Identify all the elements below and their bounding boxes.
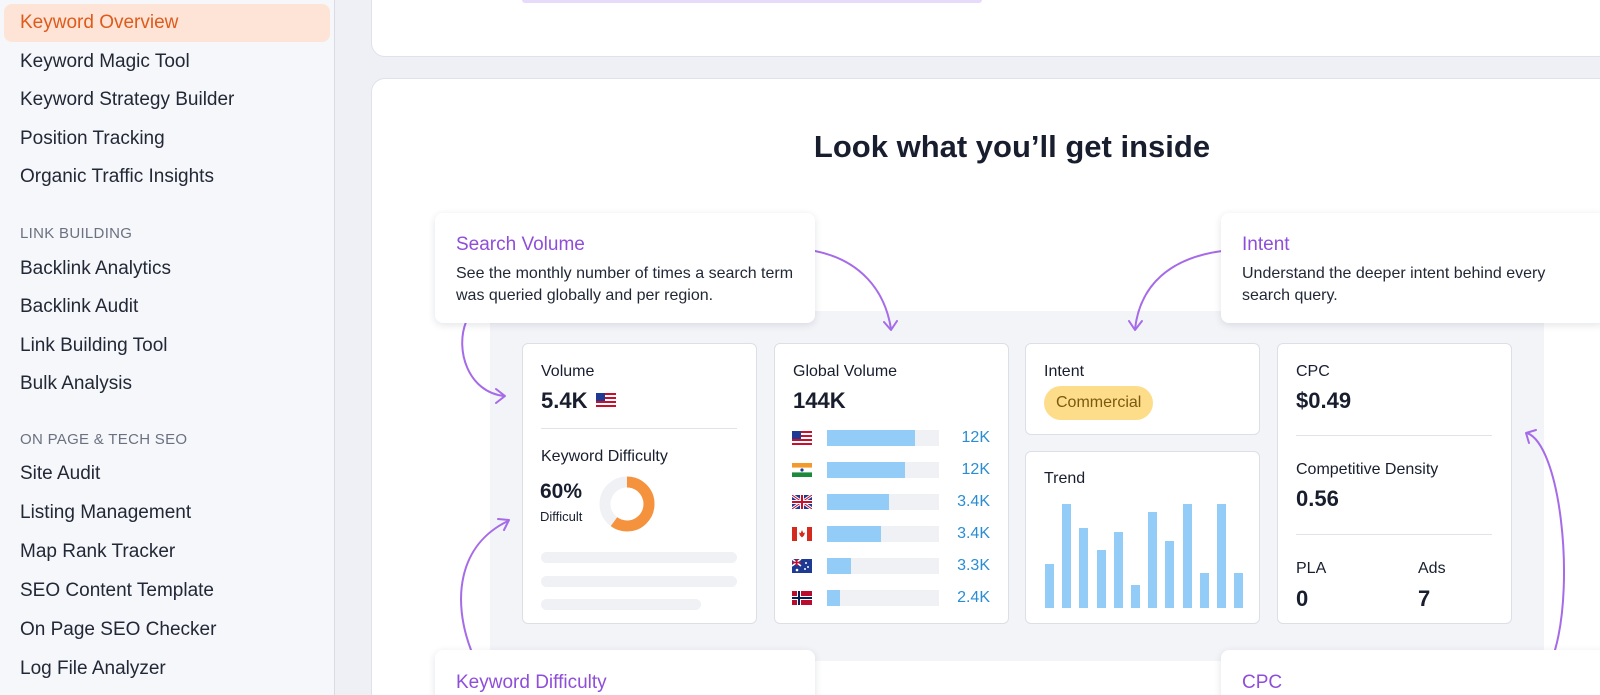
- competitive-density-label: Competitive Density: [1296, 461, 1439, 478]
- page-title: Look what you’ll get inside: [813, 129, 1211, 164]
- trend-bar: [1113, 532, 1123, 608]
- nav-item-keyword-magic-tool[interactable]: Keyword Magic Tool: [4, 43, 330, 81]
- kd-value: 60%: [540, 480, 583, 503]
- norway-flag-icon: [792, 591, 812, 605]
- country-bar-fill: [827, 558, 851, 574]
- nav-item-map-rank-tracker[interactable]: Map Rank Tracker: [4, 533, 330, 571]
- trend-bar: [1217, 504, 1226, 608]
- global-volume-card: Global Volume 144K 12K 12K 3.4K 3.4K 3.3…: [774, 343, 1009, 624]
- intent-label: Intent: [1044, 363, 1085, 380]
- volume-value: 5.4K: [541, 388, 588, 413]
- country-volume-value: 3.3K: [957, 557, 990, 574]
- nav-item-bulk-analysis[interactable]: Bulk Analysis: [4, 365, 330, 403]
- divider: [1296, 534, 1492, 535]
- intent-card: Intent Commercial: [1025, 343, 1260, 435]
- country-volume-value: 3.4K: [957, 493, 990, 510]
- pla-value: 0: [1296, 586, 1309, 611]
- trend-bar: [1096, 549, 1106, 608]
- country-bar: [827, 430, 939, 446]
- cpc-card: CPC $0.49 Competitive Density 0.56 PLA 0…: [1277, 343, 1512, 624]
- competitive-density-value: 0.56: [1296, 486, 1339, 511]
- nav-item-organic-traffic-insights[interactable]: Organic Traffic Insights: [4, 158, 330, 196]
- country-bar-fill: [827, 494, 889, 510]
- nav-item-position-tracking[interactable]: Position Tracking: [4, 120, 330, 158]
- canada-flag-icon: [792, 527, 812, 541]
- volume-card: Volume 5.4K Keyword Difficulty 60% Diffi…: [522, 343, 757, 624]
- country-bar: [827, 462, 939, 478]
- country-bar: [827, 590, 939, 606]
- country-bar-fill: [827, 430, 916, 446]
- trend-bar: [1079, 527, 1089, 608]
- trend-bar: [1182, 504, 1192, 608]
- country-volume-value: 3.4K: [957, 525, 990, 542]
- callout-intent: Intent Understand the deeper intent behi…: [1221, 213, 1600, 323]
- skeleton-line: [541, 552, 737, 563]
- kd-label: Keyword Difficulty: [541, 448, 668, 465]
- nav-item-keyword-overview[interactable]: Keyword Overview: [4, 4, 330, 42]
- global-volume-value: 144K: [793, 388, 846, 413]
- country-bar: [827, 558, 939, 574]
- callout-search-volume: Search Volume See the monthly number of …: [435, 213, 815, 323]
- nav-item-link-building-tool[interactable]: Link Building Tool: [4, 327, 330, 365]
- trend-card: Trend: [1025, 451, 1260, 624]
- cpc-value: $0.49: [1296, 388, 1352, 413]
- trend-bar: [1131, 585, 1140, 608]
- trend-bar: [1234, 572, 1244, 608]
- nav-item-listing-management[interactable]: Listing Management: [4, 494, 330, 532]
- us-flag-icon: [596, 393, 616, 407]
- global-volume-label: Global Volume: [793, 363, 898, 380]
- country-bar: [827, 526, 939, 542]
- country-bar-fill: [827, 590, 841, 606]
- nav-item-seo-content-template[interactable]: SEO Content Template: [4, 572, 330, 610]
- india-flag-icon: [792, 463, 812, 477]
- callout-keyword-difficulty: Keyword Difficulty: [435, 650, 815, 695]
- callout-cpc: CPC: [1221, 650, 1600, 695]
- country-bar-fill: [827, 526, 881, 542]
- cpc-label: CPC: [1296, 363, 1330, 380]
- trend-bar: [1062, 504, 1072, 608]
- country-bar-fill: [827, 462, 906, 478]
- callout-search-volume-desc: See the monthly number of times a search…: [456, 265, 794, 304]
- nav-item-keyword-strategy-builder[interactable]: Keyword Strategy Builder: [4, 81, 330, 119]
- intent-badge: Commercial: [1044, 386, 1154, 420]
- kd-level: Difficult: [540, 509, 583, 524]
- country-volume-value: 12K: [961, 461, 990, 478]
- australia-flag-icon: [792, 559, 812, 573]
- country-volume-value: 2.4K: [957, 589, 990, 606]
- callout-intent-desc: Understand the deeper intent behind ever…: [1242, 265, 1546, 304]
- nav-item-log-file-analyzer[interactable]: Log File Analyzer: [4, 650, 330, 688]
- pla-label: PLA: [1296, 560, 1327, 577]
- nav-item-site-audit[interactable]: Site Audit: [4, 455, 330, 493]
- callout-cpc-title: CPC: [1242, 672, 1283, 693]
- top-card: [371, 0, 1600, 57]
- country-volume-value: 12K: [961, 429, 990, 446]
- us-flag-icon: [792, 431, 812, 445]
- divider: [1296, 435, 1492, 436]
- ads-label: Ads: [1418, 560, 1446, 577]
- skeleton-line: [541, 599, 701, 610]
- nav-item-on-page-seo-checker[interactable]: On Page SEO Checker: [4, 611, 330, 649]
- callout-intent-title: Intent: [1242, 234, 1290, 255]
- divider: [541, 428, 737, 429]
- section-link-building: LINK BUILDING: [20, 225, 133, 242]
- sidebar: Keyword Overview Keyword Magic Tool Keyw…: [0, 0, 335, 695]
- trend-bar: [1148, 512, 1158, 608]
- callout-search-volume-title: Search Volume: [456, 234, 585, 255]
- trend-bar: [1165, 541, 1175, 608]
- country-bar: [827, 494, 939, 510]
- top-card-strip: [522, 0, 982, 3]
- nav-item-backlink-audit[interactable]: Backlink Audit: [4, 288, 330, 326]
- trend-label: Trend: [1044, 470, 1086, 487]
- nav-item-backlink-analytics[interactable]: Backlink Analytics: [4, 250, 330, 288]
- section-on-page-tech-seo: ON PAGE & TECH SEO: [20, 431, 188, 448]
- ads-value: 7: [1418, 586, 1431, 611]
- uk-flag-icon: [792, 495, 812, 509]
- kd-donut: [599, 476, 655, 532]
- skeleton-line: [541, 576, 737, 587]
- trend-bar: [1045, 564, 1054, 608]
- trend-bar: [1199, 572, 1209, 608]
- volume-label: Volume: [541, 363, 595, 380]
- callout-keyword-difficulty-title: Keyword Difficulty: [456, 672, 607, 693]
